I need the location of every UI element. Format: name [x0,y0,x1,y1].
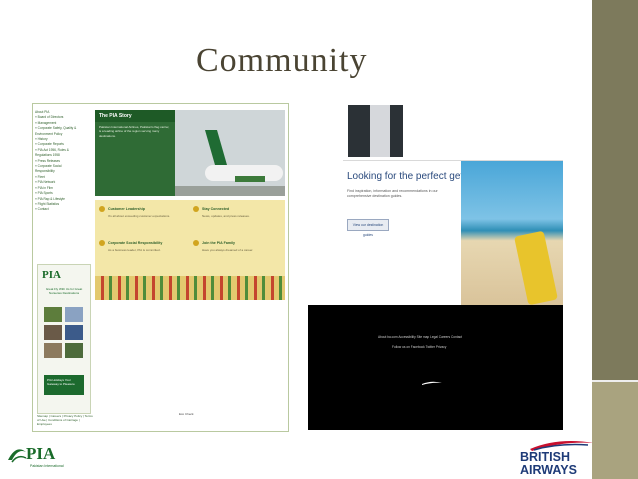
feature-text: It's all about exceeding customer expect… [108,214,171,218]
feature-heading[interactable]: Join the PIA Family [202,241,235,245]
pia-ad-photo [65,343,83,358]
bullet-icon [99,206,105,212]
ba-website-screenshot: Looking for the perfect getaway? Find in… [308,103,563,430]
pia-ad-photo [44,307,62,322]
bullet-icon [193,206,199,212]
pia-ad-photo [44,343,62,358]
ba-footer-links[interactable]: About ba.com Accessibility Site map Lega… [378,335,462,339]
pia-story-panel: The PIA Story Pakistan International Air… [95,110,175,196]
ba-footer: About ba.com Accessibility Site map Lega… [308,305,563,430]
pia-website-screenshot: About PIA» Board of Directors» Managemen… [32,103,289,432]
pia-ad-logo: PIA [42,269,61,281]
airplane-image [175,110,285,196]
pia-wordmark: PIA [26,444,56,463]
pia-feature-blocks: Customer Leadership It's all about excee… [95,200,285,276]
pia-ad-photo [65,325,83,340]
pia-sidebar: About PIA» Board of Directors» Managemen… [35,110,91,260]
slide: Community About PIA» Board of Directors»… [0,0,594,479]
pia-ad-green-banner: PIA Holidays Your Gateway to Pleasure [44,375,84,395]
feature-heading[interactable]: Corporate Social Responsibility [108,241,162,245]
pia-ad-green-text: PIA Holidays Your Gateway to Pleasure [47,378,75,386]
feature-heading[interactable]: Customer Leadership [108,207,145,211]
pia-holiday-ad: PIA Great Fly With Us for Great Nurserie… [37,264,91,414]
pia-footer: Eco Check [95,410,285,422]
ba-destination-card: Looking for the perfect getaway? Find in… [343,160,563,306]
feature-text: News, updates, and press releases. [202,214,250,218]
decorative-pattern [95,276,285,300]
feature-text: As a business leader, PIA is committed. [108,248,161,252]
bullet-icon [193,240,199,246]
ba-top-image [348,105,403,157]
feature-text: Have you always dreamed of a career. [202,248,254,252]
pia-story-heading: The PIA Story [95,110,175,122]
bullet-icon [99,240,105,246]
pia-subtitle: Pakistan International [30,464,64,468]
pia-ad-text: Great Fly With Us for Great Nurseries De… [45,287,83,295]
pia-story-text: Pakistan International Airlines, Pakista… [99,125,170,138]
ba-card-text: Find inspiration, information and recomm… [347,189,438,198]
slide-title: Community [196,42,368,79]
feature-heading[interactable]: Stay Connected [202,207,229,211]
pia-ad-photo [65,307,83,322]
destination-guides-button[interactable]: View our destination guides [347,219,389,237]
pia-sidebar-item[interactable]: » Contact [35,207,91,212]
pia-crescent-icon [8,449,27,463]
decorative-side-bar [592,0,638,479]
beach-image [461,161,563,306]
pia-footer-right[interactable]: Eco Check [179,412,194,416]
pia-ad-photo [44,325,62,340]
ba-wordmark-line2: AIRWAYS [520,463,577,477]
ba-swoosh-icon [422,381,442,385]
pia-footer-links[interactable]: Sitemap | Careers | Privacy Policy | Ter… [37,414,93,426]
ba-footer-social[interactable]: Follow us on Facebook Twitter Privacy [392,345,446,349]
pia-plane-image [175,110,285,196]
